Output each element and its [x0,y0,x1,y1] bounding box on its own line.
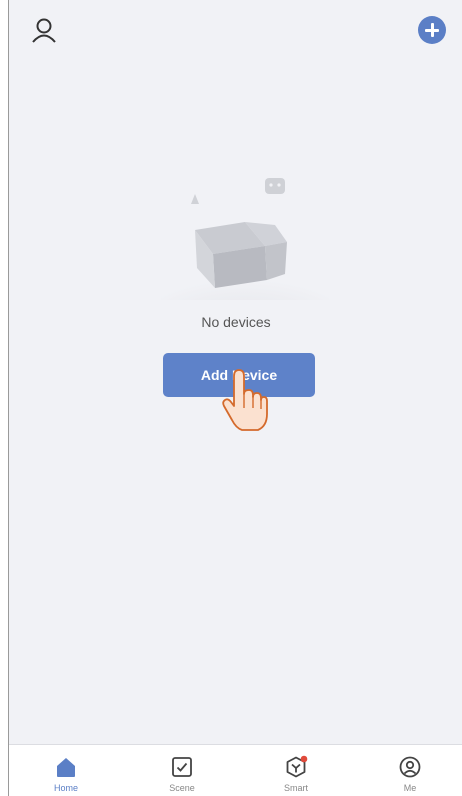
pointing-hand-icon [220,368,268,434]
user-icon[interactable] [31,16,57,46]
empty-message: No devices [201,314,271,330]
profile-icon [399,756,421,778]
bottom-tab-bar: Home Scene Smart Me [9,744,462,796]
notification-dot [300,755,308,763]
smart-cube-icon [286,755,308,778]
tab-scene-label: Scene [169,783,195,793]
tab-smart-label: Smart [283,783,308,793]
home-icon [57,758,75,777]
checkbox-icon [172,757,192,777]
tab-me-label: Me [403,783,417,793]
tab-smart[interactable]: Smart [261,751,331,795]
tab-home[interactable]: Home [31,751,101,795]
tab-scene[interactable]: Scene [147,751,217,795]
tab-home-label: Home [53,783,78,793]
add-icon[interactable] [418,16,446,44]
tab-me[interactable]: Me [375,751,445,795]
empty-box-illustration [155,170,335,335]
app-screen: No devices Add Device Home Scene Smart M… [8,0,462,796]
